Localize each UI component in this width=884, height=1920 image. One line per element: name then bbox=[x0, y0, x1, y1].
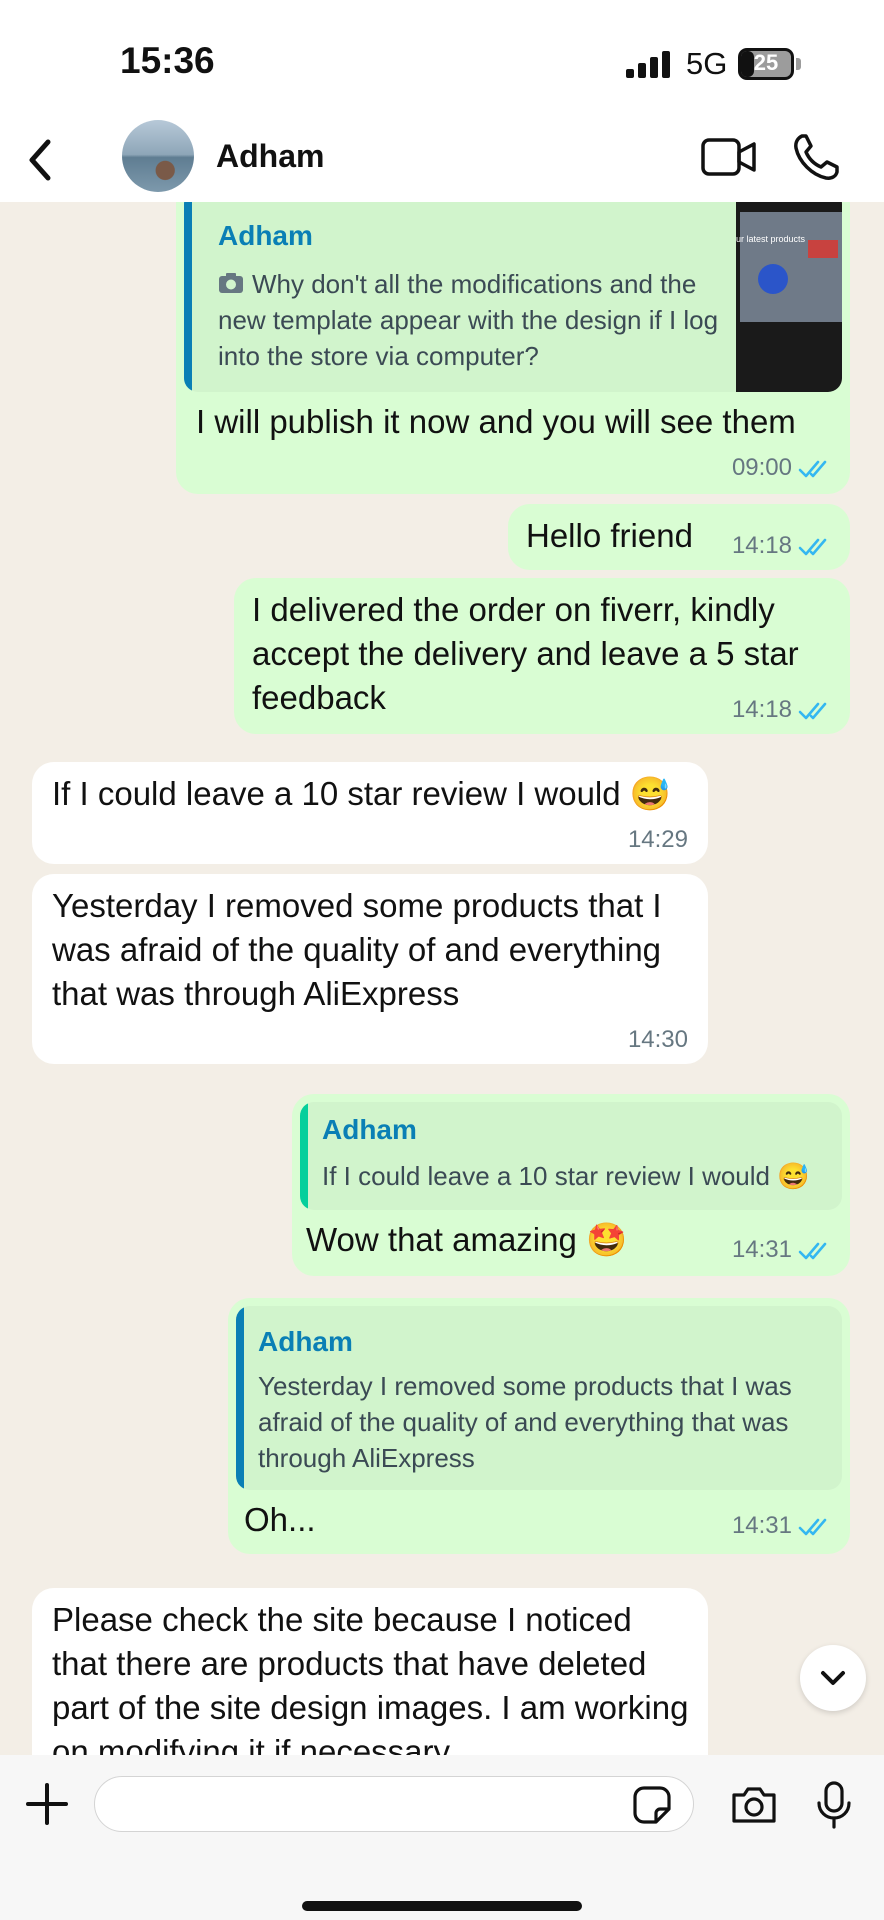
message-meta: 09:00 bbox=[732, 454, 832, 482]
message-time: 14:31 bbox=[731, 1512, 792, 1539]
message-list[interactable]: Adham Why don't all the modifications an… bbox=[0, 202, 884, 1755]
message-bubble-incoming[interactable]: Please check the site because I noticed … bbox=[32, 1588, 708, 1755]
message-text: Wow that amazing 🤩 bbox=[306, 1221, 628, 1258]
quote-text: Yesterday I removed some products that I… bbox=[258, 1371, 792, 1473]
message-text: Hello friend bbox=[526, 517, 693, 554]
message-bubble-outgoing[interactable]: Hello friend 14:18 bbox=[508, 504, 850, 570]
double-check-icon bbox=[798, 460, 827, 477]
message-bubble-outgoing[interactable]: Adham Why don't all the modifications an… bbox=[176, 202, 850, 494]
message-text: Please check the site because I noticed … bbox=[52, 1601, 689, 1755]
message-bubble-incoming[interactable]: If I could leave a 10 star review I woul… bbox=[32, 762, 708, 864]
message-time: 14:18 bbox=[731, 532, 792, 559]
video-call-icon[interactable] bbox=[700, 134, 758, 180]
quote-author: Adham bbox=[218, 220, 313, 251]
battery-tip bbox=[796, 58, 801, 70]
quote-bar bbox=[184, 202, 192, 392]
camera-icon[interactable] bbox=[730, 1785, 778, 1825]
quoted-message[interactable]: Adham Why don't all the modifications an… bbox=[184, 202, 842, 392]
message-text: Yesterday I removed some products that I… bbox=[52, 887, 662, 1012]
thumbnail-caption: ur latest products bbox=[736, 234, 806, 244]
battery-level: 25 bbox=[753, 50, 779, 75]
quoted-message[interactable]: Adham If I could leave a 10 star review … bbox=[300, 1102, 842, 1210]
message-bubble-outgoing[interactable]: I delivered the order on fiverr, kindly … bbox=[234, 578, 850, 734]
network-type: 5G bbox=[686, 46, 728, 81]
message-bubble-outgoing[interactable]: Adham Yesterday I removed some products … bbox=[228, 1298, 850, 1554]
double-check-icon bbox=[798, 702, 827, 719]
plus-icon[interactable] bbox=[26, 1783, 68, 1825]
quote-author: Adham bbox=[258, 1326, 353, 1357]
microphone-icon[interactable] bbox=[814, 1781, 854, 1829]
message-text: I will publish it now and you will see t… bbox=[196, 403, 796, 440]
chevron-down-icon bbox=[821, 1671, 845, 1685]
message-bubble-outgoing[interactable]: Adham If I could leave a 10 star review … bbox=[292, 1094, 850, 1276]
contact-name[interactable]: Adham bbox=[216, 138, 324, 175]
message-meta: 14:18 bbox=[732, 532, 832, 560]
message-time: 14:18 bbox=[731, 696, 792, 723]
message-meta: 14:31 bbox=[732, 1236, 832, 1264]
message-time: 09:00 bbox=[731, 454, 792, 481]
message-meta: 14:29 bbox=[628, 826, 688, 854]
chat-header: Adham bbox=[0, 120, 884, 202]
message-text: If I could leave a 10 star review I woul… bbox=[52, 775, 671, 812]
sticker-icon[interactable] bbox=[632, 1785, 672, 1825]
home-indicator bbox=[302, 1901, 582, 1911]
message-time: 14:31 bbox=[731, 1236, 792, 1263]
scroll-to-bottom-button[interactable] bbox=[800, 1645, 866, 1711]
quote-author: Adham bbox=[322, 1114, 417, 1145]
quote-text: If I could leave a 10 star review I woul… bbox=[322, 1161, 810, 1191]
double-check-icon bbox=[798, 538, 827, 555]
quote-bar bbox=[236, 1306, 244, 1490]
signal-icon bbox=[626, 50, 672, 78]
double-check-icon bbox=[798, 1242, 827, 1259]
status-time: 15:36 bbox=[120, 40, 215, 81]
quote-thumbnail: ur latest products bbox=[736, 202, 842, 392]
quote-text: Why don't all the modifications and the … bbox=[218, 269, 719, 371]
back-chevron-icon[interactable] bbox=[20, 132, 60, 188]
battery-icon: 25 bbox=[738, 48, 794, 80]
avatar[interactable] bbox=[122, 120, 194, 192]
quoted-message[interactable]: Adham Yesterday I removed some products … bbox=[236, 1306, 842, 1490]
message-time: 14:29 bbox=[627, 826, 688, 853]
message-meta: 14:18 bbox=[732, 696, 832, 724]
composer-bar bbox=[0, 1755, 884, 1920]
message-input[interactable] bbox=[94, 1776, 694, 1832]
phone-icon[interactable] bbox=[792, 132, 840, 182]
quote-bar bbox=[300, 1102, 308, 1210]
status-bar: 15:36 5G 25 bbox=[0, 0, 884, 120]
message-meta: 14:31 bbox=[732, 1512, 832, 1540]
double-check-icon bbox=[798, 1518, 827, 1535]
message-time: 14:30 bbox=[627, 1026, 688, 1053]
message-text: Oh... bbox=[244, 1501, 316, 1538]
message-meta: 14:30 bbox=[628, 1026, 688, 1054]
message-bubble-incoming[interactable]: Yesterday I removed some products that I… bbox=[32, 874, 708, 1064]
